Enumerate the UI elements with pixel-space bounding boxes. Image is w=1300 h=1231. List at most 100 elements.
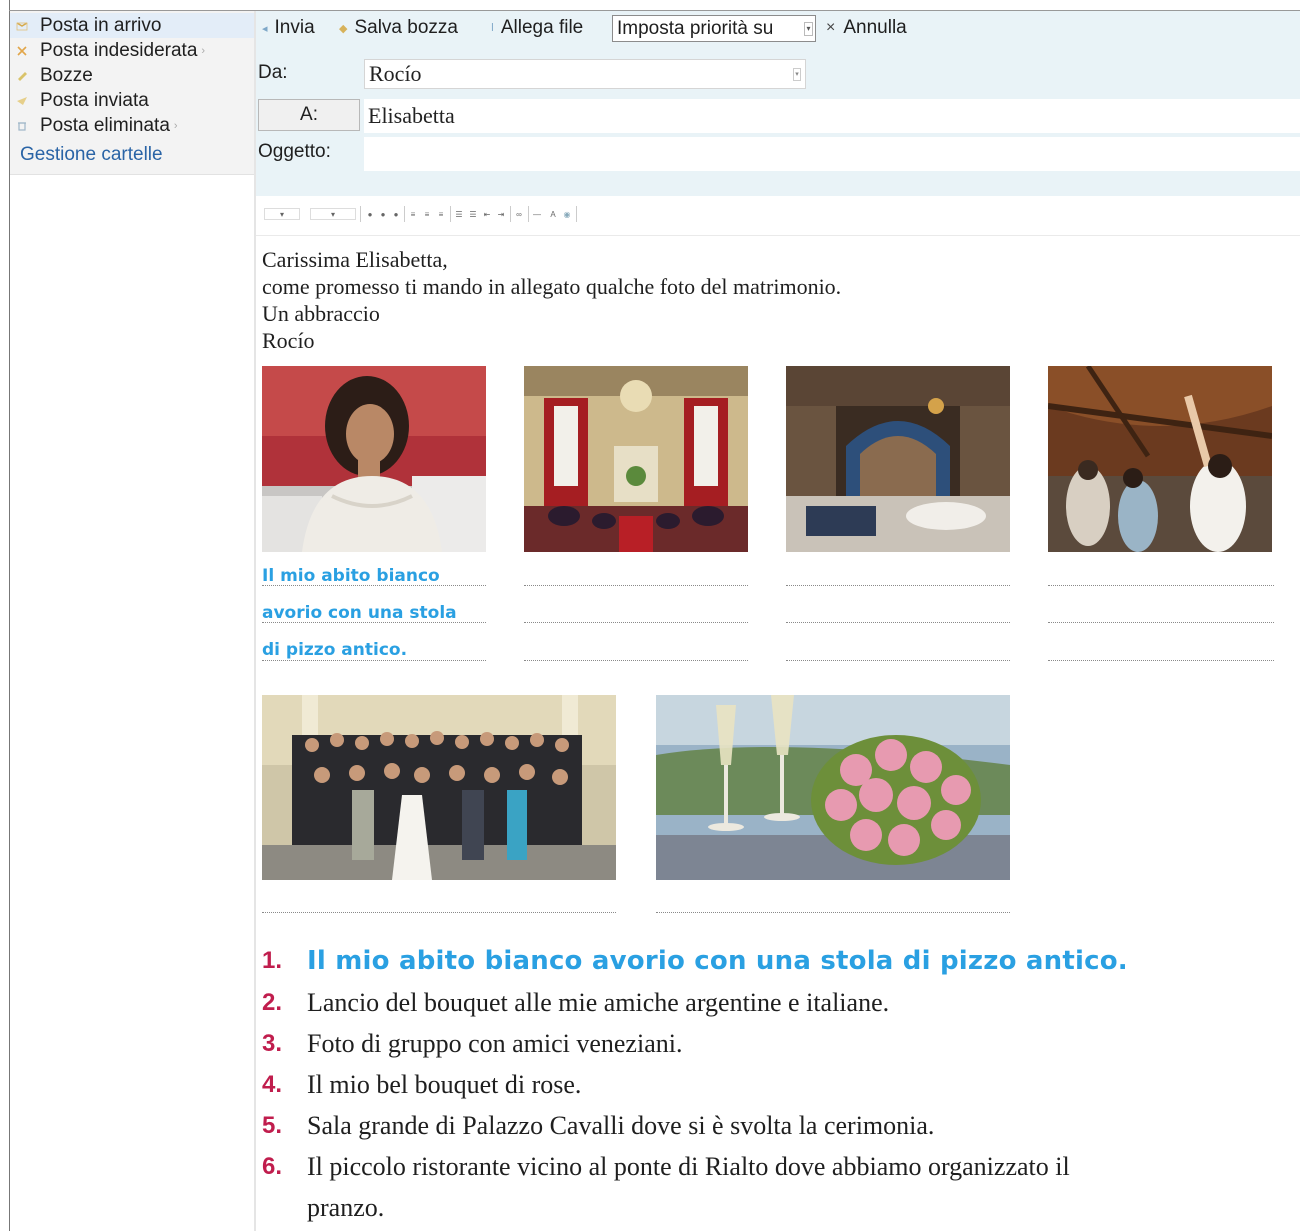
indent-icon[interactable]: ⇥: [496, 208, 506, 220]
example-caption-line: avorio con una stola: [262, 603, 457, 623]
drafts-folder-icon: [18, 71, 27, 81]
priority-value: Imposta priorità su: [617, 17, 774, 39]
chevron-down-icon: ▾: [804, 22, 813, 36]
from-select[interactable]: Rocío ▾: [364, 59, 806, 89]
folder-junk[interactable]: Posta indesiderata ›: [16, 38, 205, 63]
folder-label: Posta in arrivo: [40, 14, 162, 36]
answer-line: [262, 622, 486, 623]
group-photo-image: [262, 695, 616, 880]
editor-format-bar: ▾ ▾ ● ● ● ≡ ≡ ≡ ☰ ☰ ⇤ ⇥ ∞ — A ◉: [256, 196, 1300, 236]
bride-photo-image: [262, 366, 486, 552]
folder-sent[interactable]: Posta inviata: [16, 88, 149, 113]
photo-bouquet-toss[interactable]: [1048, 366, 1272, 552]
message-body[interactable]: Carissima Elisabetta, come promesso ti m…: [262, 246, 841, 354]
attach-label: Allega file: [500, 17, 584, 38]
priority-select[interactable]: Imposta priorità su ▾: [612, 15, 816, 42]
font-family-select[interactable]: ▾: [264, 208, 300, 220]
caption-number: 2.: [262, 989, 283, 1016]
photo-ceremony-hall[interactable]: [524, 366, 748, 552]
folder-label: Bozze: [40, 64, 93, 86]
photo-restaurant[interactable]: [786, 366, 1010, 552]
outdent-icon[interactable]: ⇤: [482, 208, 492, 220]
caption-text: Foto di gruppo con amici veneziani.: [307, 1029, 683, 1058]
caption-text: Il mio bel bouquet di rose.: [307, 1070, 582, 1099]
caption-number: 4.: [262, 1071, 283, 1098]
caption-item: 1. Il mio abito bianco avorio con una st…: [262, 940, 1292, 982]
caption-item: 4. Il mio bel bouquet di rose.: [262, 1064, 1292, 1105]
ceremony-hall-image: [524, 366, 748, 552]
toolbar-separator: [528, 206, 529, 222]
photo-group[interactable]: [262, 695, 616, 880]
save-draft-label: Salva bozza: [354, 17, 458, 38]
italic-icon[interactable]: ●: [379, 208, 387, 220]
to-field[interactable]: Elisabetta: [364, 99, 1300, 133]
folder-drafts[interactable]: Bozze: [16, 63, 93, 88]
horizontal-rule-icon[interactable]: —: [532, 208, 542, 220]
answer-line[interactable]: [262, 912, 616, 913]
link-icon[interactable]: ∞: [514, 208, 524, 220]
answer-line[interactable]: [524, 585, 748, 586]
text-color-icon[interactable]: A: [548, 208, 558, 220]
send-icon: ◂: [262, 22, 268, 35]
compose-toolbar: ◂ Invia ◆ Salva bozza ǀ Allega file Impo…: [256, 11, 1300, 45]
from-label: Da:: [258, 62, 288, 83]
align-center-icon[interactable]: ≡: [422, 208, 432, 220]
example-caption-line: Il mio abito bianco: [262, 566, 440, 586]
send-button[interactable]: ◂ Invia: [262, 15, 315, 41]
answer-line[interactable]: [786, 622, 1010, 623]
caption-list: 1. Il mio abito bianco avorio con una st…: [262, 940, 1292, 1228]
manage-folders-link[interactable]: Gestione cartelle: [20, 144, 163, 166]
folder-label: Posta inviata: [40, 89, 149, 111]
message-line: Un abbraccio: [262, 301, 380, 326]
highlight-icon[interactable]: ◉: [562, 208, 572, 220]
answer-line[interactable]: [1048, 622, 1274, 623]
answer-line[interactable]: [1048, 660, 1274, 661]
to-button[interactable]: A:: [258, 99, 360, 131]
answer-line[interactable]: [1048, 585, 1274, 586]
caption-number: 1.: [262, 947, 283, 974]
bold-icon[interactable]: ●: [366, 208, 374, 220]
caption-item: 6. Il piccolo ristorante vicino al ponte…: [262, 1146, 1292, 1228]
chevron-down-icon: ▾: [793, 68, 801, 81]
numbered-list-icon[interactable]: ☰: [468, 208, 478, 220]
align-right-icon[interactable]: ≡: [436, 208, 446, 220]
paperclip-icon: ǀ: [491, 22, 494, 34]
chevron-right-icon: ›: [201, 44, 206, 57]
send-label: Invia: [274, 17, 315, 38]
inbox-icon: [16, 21, 28, 30]
cancel-button[interactable]: × Annulla: [826, 15, 907, 41]
bouquet-toss-image: [1048, 366, 1272, 552]
close-icon: ×: [826, 19, 836, 36]
caption-number: 6.: [262, 1153, 283, 1180]
photo-bride[interactable]: [262, 366, 486, 552]
answer-line[interactable]: [656, 912, 1010, 913]
answer-line[interactable]: [786, 660, 1010, 661]
folder-deleted[interactable]: Posta eliminata ›: [16, 113, 178, 138]
subject-input[interactable]: [364, 137, 1300, 171]
answer-line[interactable]: [524, 622, 748, 623]
caption-text: Sala grande di Palazzo Cavalli dove si è…: [307, 1111, 935, 1140]
attach-file-button[interactable]: ǀ Allega file: [491, 15, 583, 41]
answer-line[interactable]: [786, 585, 1010, 586]
compose-header: ◂ Invia ◆ Salva bozza ǀ Allega file Impo…: [256, 11, 1300, 196]
rose-bouquet-image: [656, 695, 1010, 880]
cancel-label: Annulla: [843, 17, 907, 38]
junk-folder-icon: [17, 45, 27, 56]
caption-number: 3.: [262, 1030, 283, 1057]
underline-icon[interactable]: ●: [392, 208, 400, 220]
answer-line[interactable]: [524, 660, 748, 661]
align-left-icon[interactable]: ≡: [408, 208, 418, 220]
chevron-right-icon: ›: [173, 119, 178, 132]
photo-rose-bouquet[interactable]: [656, 695, 1010, 880]
toolbar-separator: [360, 206, 361, 222]
toolbar-separator: [510, 206, 511, 222]
deleted-folder-icon: [18, 121, 26, 131]
folder-inbox[interactable]: Posta in arrivo: [10, 13, 254, 38]
font-size-select[interactable]: ▾: [310, 208, 356, 220]
bullet-list-icon[interactable]: ☰: [454, 208, 464, 220]
message-line: Carissima Elisabetta,: [262, 247, 448, 272]
save-draft-button[interactable]: ◆ Salva bozza: [339, 15, 458, 41]
caption-item: 2. Lancio del bouquet alle mie amiche ar…: [262, 982, 1292, 1023]
caption-item: 5. Sala grande di Palazzo Cavalli dove s…: [262, 1105, 1292, 1146]
caption-number: 5.: [262, 1112, 283, 1139]
